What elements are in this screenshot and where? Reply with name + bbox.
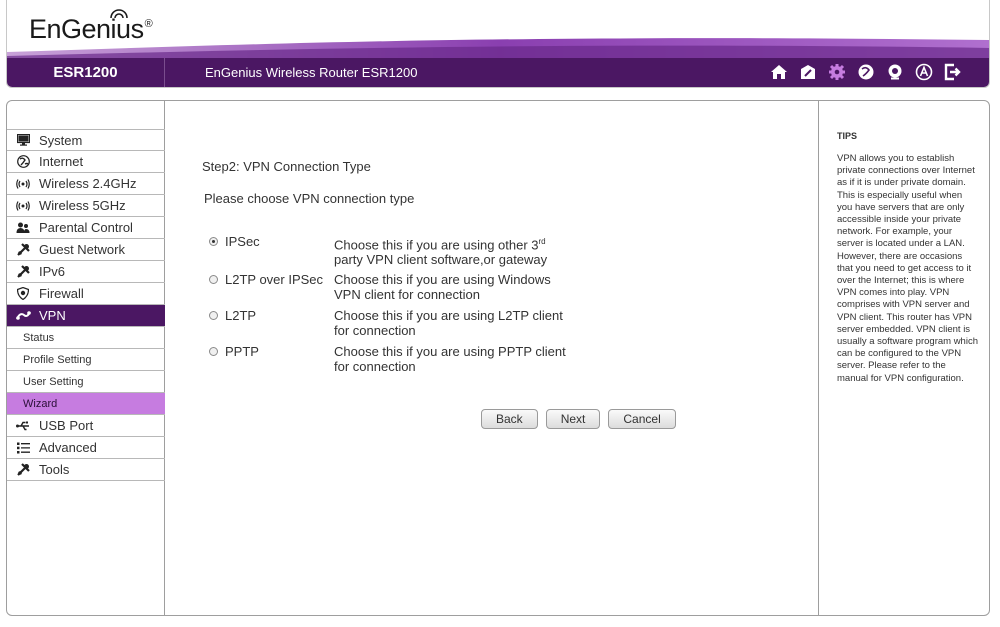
language-icon[interactable] — [856, 62, 876, 82]
sidebar-item-label: Guest Network — [39, 242, 125, 257]
main-frame: System Internet Wireless 2.4GHz Wireless… — [6, 100, 990, 616]
webcam-icon[interactable] — [885, 62, 905, 82]
option-desc-line1: Choose this if you are using L2TP client — [334, 308, 563, 323]
sidebar-subitem-wizard[interactable]: Wizard — [7, 393, 165, 415]
sidebar-item-wireless-24[interactable]: Wireless 2.4GHz — [7, 173, 165, 195]
sidebar: System Internet Wireless 2.4GHz Wireless… — [7, 101, 165, 615]
radio-l2tp-over-ipsec[interactable] — [209, 275, 218, 284]
option-desc-line2: for connection — [334, 323, 416, 338]
sidebar-item-ipv6[interactable]: IPv6 — [7, 261, 165, 283]
tips-panel: TIPS VPN allows you to establish private… — [818, 101, 989, 615]
radio-pptp[interactable] — [209, 347, 218, 356]
option-label[interactable]: L2TP — [225, 308, 256, 323]
logout-icon[interactable] — [943, 62, 963, 82]
sidebar-item-label: Firewall — [39, 286, 84, 301]
option-description: Choose this if you are using Windows VPN … — [334, 272, 594, 302]
monitor-icon — [7, 134, 39, 146]
next-button[interactable]: Next — [545, 409, 601, 429]
option-desc-line1: Choose this if you are using Windows — [334, 272, 551, 287]
sidebar-item-guest-network[interactable]: Guest Network — [7, 239, 165, 261]
header: EnGenius® ESR1200 EnGenius Wireless Rout… — [6, 0, 990, 88]
sidebar-item-internet[interactable]: Internet — [7, 151, 165, 173]
vpn-icon — [7, 310, 39, 321]
option-pptp: PPTP Choose this if you are using PPTP c… — [209, 344, 609, 378]
tips-title: TIPS — [837, 131, 858, 141]
sidebar-item-label: Internet — [39, 154, 84, 169]
option-desc-line2: for connection — [334, 359, 416, 374]
sidebar-item-system[interactable]: System — [7, 129, 165, 151]
sidebar-item-usb-port[interactable]: USB Port — [7, 415, 165, 437]
wireless-icon — [7, 178, 39, 189]
shield-icon — [7, 287, 39, 300]
list-icon — [7, 442, 39, 454]
model-name: ESR1200 — [7, 58, 165, 87]
content-area: Step2: VPN Connection Type Please choose… — [166, 101, 818, 615]
top-bar: ESR1200 EnGenius Wireless Router ESR1200 — [7, 58, 989, 87]
wizard-buttons: Back Next Cancel — [481, 409, 676, 429]
usb-icon — [7, 421, 39, 431]
sidebar-item-label: Parental Control — [39, 220, 133, 235]
tips-text: VPN allows you to establish private conn… — [837, 153, 978, 384]
cancel-button[interactable]: Cancel — [608, 409, 676, 429]
option-label[interactable]: IPSec — [225, 234, 260, 249]
sidebar-item-label: Wireless 5GHz — [39, 198, 126, 213]
option-l2tp-over-ipsec: L2TP over IPSec Choose this if you are u… — [209, 272, 609, 306]
tools-icon — [7, 463, 39, 476]
brand-reg-mark: ® — [144, 18, 153, 30]
option-label[interactable]: L2TP over IPSec — [225, 272, 323, 287]
sidebar-item-label: Advanced — [39, 440, 97, 455]
option-desc-line1: Choose this if you are using other 3 — [334, 237, 539, 253]
sidebar-item-advanced[interactable]: Advanced — [7, 437, 165, 459]
back-button[interactable]: Back — [481, 409, 538, 429]
option-desc-sup: rd — [538, 237, 546, 246]
sidebar-item-label: Wireless 2.4GHz — [39, 176, 137, 191]
sidebar-item-label: Tools — [39, 462, 70, 477]
sidebar-menu: System Internet Wireless 2.4GHz Wireless… — [7, 129, 165, 481]
sidebar-item-label: System — [39, 132, 83, 148]
product-name: EnGenius Wireless Router ESR1200 — [205, 65, 418, 80]
sidebar-item-wireless-5[interactable]: Wireless 5GHz — [7, 195, 165, 217]
sidebar-subitem-profile-setting[interactable]: Profile Setting — [7, 349, 165, 371]
logo-signal-icon — [110, 9, 128, 19]
option-description: Choose this if you are using L2TP client… — [334, 308, 594, 338]
header-swoosh — [7, 38, 989, 60]
wireless-icon — [7, 200, 39, 211]
toolbar-icons — [769, 62, 963, 82]
tools-icon — [7, 243, 39, 256]
globe-icon — [7, 155, 39, 168]
sidebar-item-tools[interactable]: Tools — [7, 459, 165, 481]
account-icon[interactable] — [914, 62, 934, 82]
sidebar-item-firewall[interactable]: Firewall — [7, 283, 165, 305]
step-title: Step2: VPN Connection Type — [202, 159, 371, 174]
option-ipsec: IPSec Choose this if you are using other… — [209, 234, 609, 268]
tools-icon — [7, 265, 39, 278]
sidebar-item-parental-control[interactable]: Parental Control — [7, 217, 165, 239]
sidebar-item-vpn[interactable]: VPN — [7, 305, 165, 327]
sidebar-subitem-status[interactable]: Status — [7, 327, 165, 349]
radio-ipsec[interactable] — [209, 237, 218, 246]
wizard-icon[interactable] — [798, 62, 818, 82]
option-l2tp: L2TP Choose this if you are using L2TP c… — [209, 308, 609, 342]
option-desc-line2: VPN client for connection — [334, 287, 480, 302]
people-icon — [7, 222, 39, 234]
sidebar-item-label: VPN — [39, 308, 66, 323]
sidebar-item-label: IPv6 — [39, 264, 66, 279]
option-description: Choose this if you are using PPTP client… — [334, 344, 594, 374]
prompt-text: Please choose VPN connection type — [204, 191, 415, 206]
radio-l2tp[interactable] — [209, 311, 218, 320]
home-icon[interactable] — [769, 62, 789, 82]
option-desc-line1: Choose this if you are using PPTP client — [334, 344, 566, 359]
sidebar-item-label: USB Port — [39, 418, 94, 433]
sidebar-subitem-user-setting[interactable]: User Setting — [7, 371, 165, 393]
option-desc-line2: party VPN client software,or gateway — [334, 252, 548, 268]
settings-icon[interactable] — [827, 62, 847, 82]
option-label[interactable]: PPTP — [225, 344, 259, 359]
option-description: Choose this if you are using other 3rd pa… — [334, 234, 594, 267]
